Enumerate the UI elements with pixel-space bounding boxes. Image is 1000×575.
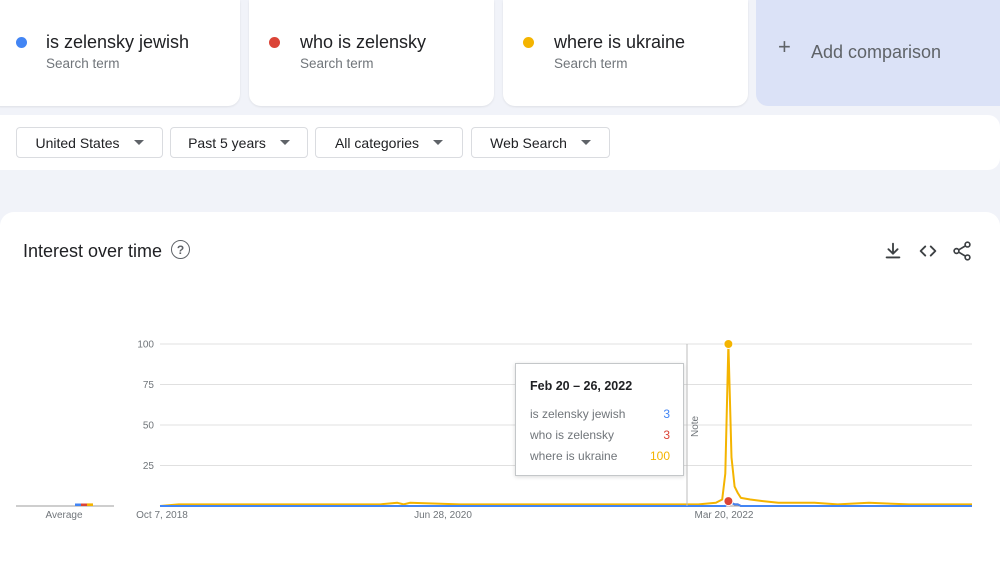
tooltip-row: where is ukraine 100 xyxy=(530,449,670,463)
average-bar xyxy=(75,503,81,506)
y-tick-label: 50 xyxy=(143,421,155,432)
tooltip-value: 100 xyxy=(649,449,670,463)
tooltip-term: is zelensky jewish xyxy=(530,407,626,421)
x-tick-label: Jun 28, 2020 xyxy=(414,510,472,521)
tooltip-value: 3 xyxy=(663,428,670,442)
hover-marker xyxy=(723,496,734,507)
tooltip-value: 3 xyxy=(663,407,670,421)
x-tick-label: Oct 7, 2018 xyxy=(136,510,188,521)
average-label: Average xyxy=(45,510,83,521)
tooltip-term: who is zelensky xyxy=(530,428,615,442)
y-tick-label: 75 xyxy=(143,380,155,391)
tooltip-term: where is ukraine xyxy=(530,449,618,463)
x-tick-label: Mar 20, 2022 xyxy=(695,510,754,521)
tooltip-row: who is zelensky 3 xyxy=(530,428,670,442)
note-label[interactable]: Note xyxy=(690,415,701,437)
tooltip-date: Feb 20 – 26, 2022 xyxy=(530,379,633,393)
tooltip-row: is zelensky jewish 3 xyxy=(530,407,670,421)
y-tick-label: 100 xyxy=(137,340,154,351)
average-bar xyxy=(87,503,93,506)
average-bar xyxy=(81,503,87,506)
chart-tooltip: Feb 20 – 26, 2022 is zelensky jewish 3 w… xyxy=(515,363,684,476)
hover-marker xyxy=(723,339,734,349)
y-tick-label: 25 xyxy=(143,461,155,472)
interest-over-time-chart[interactable]: 100 75 50 25 Average Oct 7, 2018 Jun 28, 202… xyxy=(0,0,1000,575)
